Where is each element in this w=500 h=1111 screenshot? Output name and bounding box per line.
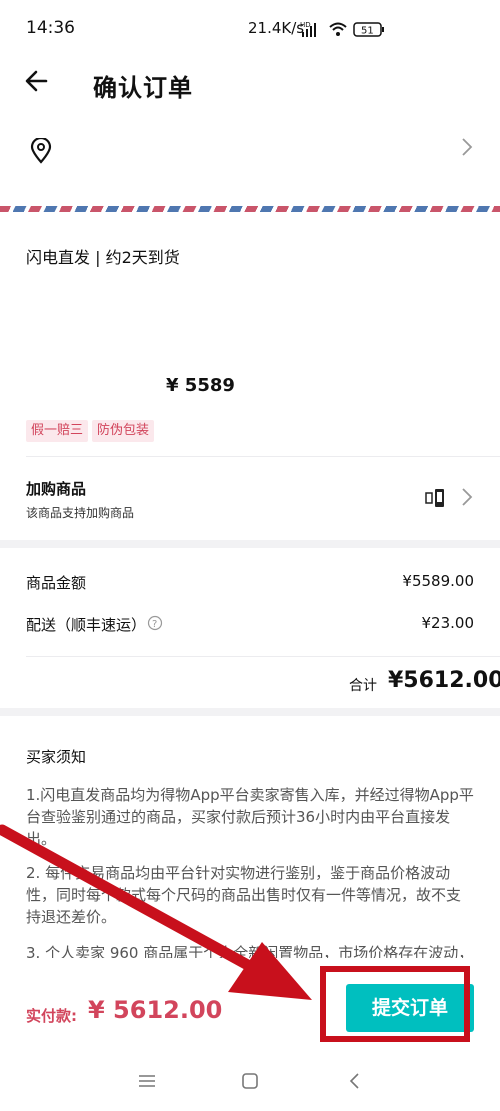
- tag-anti-counterfeit: 防伪包装: [92, 420, 155, 442]
- checkout-bar: 实付款: ¥ 5612.00 提交订单: [0, 958, 500, 1050]
- svg-text:?: ?: [152, 619, 157, 630]
- svg-text:HD: HD: [300, 21, 311, 29]
- status-time: 14:36: [26, 18, 75, 38]
- pay-value: ¥ 5612.00: [88, 996, 223, 1024]
- total-label: 合计: [349, 678, 377, 694]
- arrow-left-icon[interactable]: [24, 68, 50, 94]
- location-pin-icon: [30, 138, 52, 164]
- address-section[interactable]: [0, 120, 500, 206]
- notice-paragraph: 2. 每件交易商品均由平台针对实物进行鉴别，鉴于商品价格波动性，同时每个款式每个…: [26, 864, 462, 926]
- system-nav-bar: [0, 1050, 500, 1111]
- amount-card: 商品金额 ¥5589.00 配送（顺丰速运） ? ¥23.00 合计 ¥5612…: [0, 548, 500, 708]
- chevron-right-icon: [462, 488, 473, 506]
- chevron-right-icon[interactable]: [460, 136, 474, 158]
- addon-product-icon: [425, 489, 444, 507]
- product-card: 闪电直发 | 约2天到货 ¥ 5589 假一赔三 防伪包装 加购商品 该商品支持…: [0, 212, 500, 540]
- page-title: 确认订单: [93, 74, 193, 102]
- goods-amount-label: 商品金额: [26, 574, 87, 592]
- shipping-value: ¥23.00: [421, 614, 475, 632]
- notice-title: 买家须知: [26, 748, 87, 766]
- menu-icon[interactable]: [138, 1074, 156, 1088]
- addon-title: 加购商品: [26, 480, 87, 498]
- shipping-label: 配送（顺丰速运）: [26, 616, 147, 634]
- addon-subtitle: 该商品支持加购商品: [26, 506, 135, 520]
- total-value: ¥5612.00: [388, 668, 500, 693]
- signal-wifi-battery-icon: HD 51: [300, 21, 384, 37]
- pay-label: 实付款:: [26, 1007, 77, 1025]
- home-square-icon[interactable]: [241, 1072, 259, 1090]
- divider: [26, 656, 500, 657]
- question-circle-icon[interactable]: ?: [147, 615, 163, 631]
- battery-level: 51: [361, 26, 374, 37]
- product-price: ¥ 5589: [166, 375, 235, 396]
- status-bar: 14:36 21.4K/s HD 51: [0, 0, 500, 58]
- nav-back-icon[interactable]: [348, 1072, 362, 1090]
- page-header: 确认订单: [0, 58, 500, 120]
- annotation-highlight-box: [320, 966, 470, 1042]
- tag-fake-compensation: 假一赔三: [26, 420, 89, 442]
- goods-amount-value: ¥5589.00: [402, 572, 474, 590]
- notice-paragraph: 1.闪电直发商品均为得物App平台卖家寄售入库，并经过得物App平台查验鉴别通过…: [26, 786, 474, 848]
- addon-row[interactable]: 加购商品 该商品支持加购商品: [0, 458, 500, 540]
- divider: [26, 456, 500, 457]
- network-speed: 21.4K/s: [248, 19, 305, 37]
- shipping-info: 闪电直发 | 约2天到货: [26, 248, 180, 267]
